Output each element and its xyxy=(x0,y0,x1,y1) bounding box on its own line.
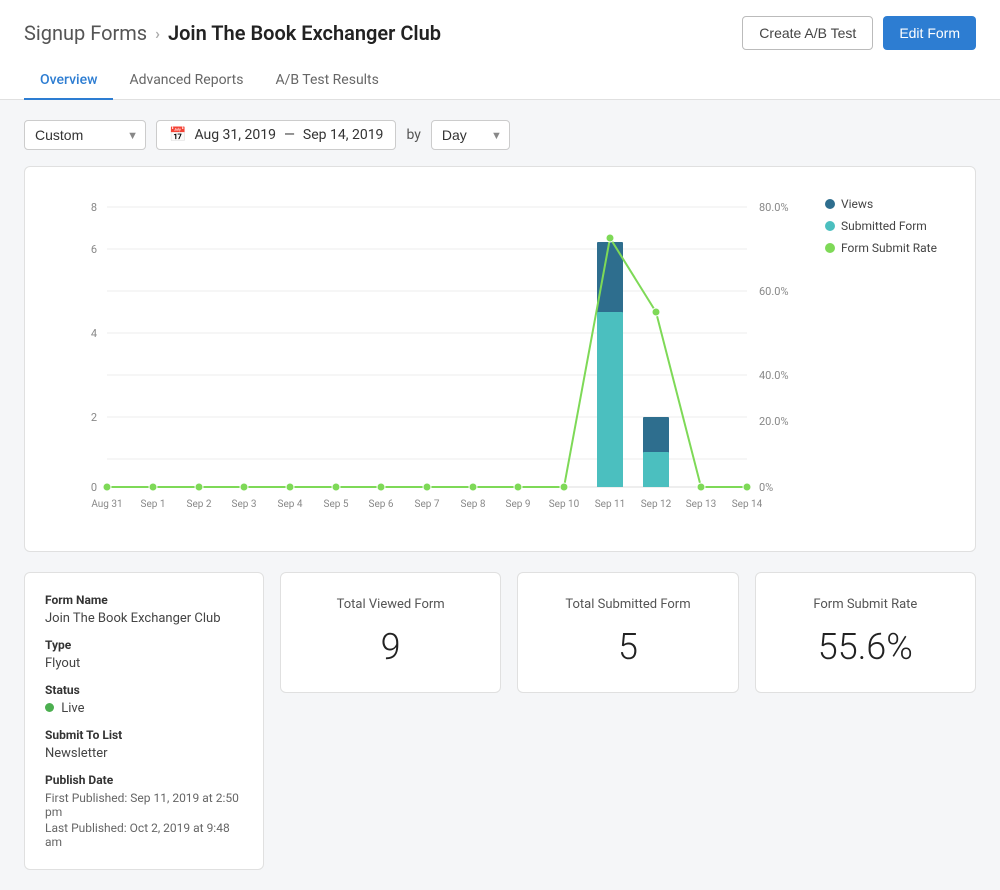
svg-text:Sep 5: Sep 5 xyxy=(324,499,349,510)
chart-svg: 8 6 4 2 0 80.0% 60.0% 40.0% 20.0% 0% Aug… xyxy=(45,187,809,527)
status-label: Status xyxy=(45,683,243,697)
type-label: Type xyxy=(45,638,243,652)
svg-text:Sep 12: Sep 12 xyxy=(641,499,672,510)
svg-text:Sep 6: Sep 6 xyxy=(369,499,394,510)
date-range-box[interactable]: 📅 Aug 31, 2019 — Sep 14, 2019 xyxy=(156,120,396,150)
tab-advanced-reports[interactable]: Advanced Reports xyxy=(113,62,259,100)
type-value: Flyout xyxy=(45,656,243,671)
stats-row: Form Name Join The Book Exchanger Club T… xyxy=(24,572,976,870)
date-range-start: Aug 31, 2019 xyxy=(194,127,276,143)
svg-text:Sep 10: Sep 10 xyxy=(549,499,580,510)
date-range-filter-wrapper: Custom Last 7 Days Last 30 Days ▼ xyxy=(24,120,146,150)
page-title: Join The Book Exchanger Club xyxy=(168,21,441,45)
form-submit-rate-value: 55.6% xyxy=(776,626,955,668)
legend-label-submitted: Submitted Form xyxy=(841,219,927,233)
legend-label-rate: Form Submit Rate xyxy=(841,241,937,255)
last-published: Last Published: Oct 2, 2019 at 9:48 am xyxy=(45,821,243,849)
total-viewed-card: Total Viewed Form 9 xyxy=(280,572,501,693)
svg-text:Sep 9: Sep 9 xyxy=(506,499,531,510)
header-actions: Create A/B Test Edit Form xyxy=(742,16,976,50)
date-range-filter-select[interactable]: Custom Last 7 Days Last 30 Days xyxy=(24,120,146,150)
svg-text:80.0%: 80.0% xyxy=(759,201,789,214)
submit-list-label: Submit To List xyxy=(45,728,243,742)
legend-label-views: Views xyxy=(841,197,873,211)
svg-text:Aug 31: Aug 31 xyxy=(91,499,122,510)
granularity-wrapper: Day Week Month ▼ xyxy=(431,120,510,150)
total-viewed-title: Total Viewed Form xyxy=(301,597,480,612)
form-info-card: Form Name Join The Book Exchanger Club T… xyxy=(24,572,264,870)
granularity-select[interactable]: Day Week Month xyxy=(431,120,510,150)
svg-text:Sep 11: Sep 11 xyxy=(595,499,626,510)
svg-text:0: 0 xyxy=(91,481,97,494)
legend-dot-rate xyxy=(825,243,835,253)
tab-ab-test-results[interactable]: A/B Test Results xyxy=(259,62,394,100)
svg-text:Sep 7: Sep 7 xyxy=(415,499,440,510)
form-name-value: Join The Book Exchanger Club xyxy=(45,611,243,626)
legend-dot-views xyxy=(825,199,835,209)
svg-text:4: 4 xyxy=(91,327,97,340)
svg-text:20.0%: 20.0% xyxy=(759,415,789,428)
svg-text:2: 2 xyxy=(91,411,97,424)
tab-overview[interactable]: Overview xyxy=(24,62,113,100)
svg-text:Sep 3: Sep 3 xyxy=(232,499,257,510)
legend-submitted: Submitted Form xyxy=(825,219,955,233)
date-range-end: Sep 14, 2019 xyxy=(303,127,384,143)
publish-date-label: Publish Date xyxy=(45,773,243,787)
svg-text:8: 8 xyxy=(91,201,97,214)
svg-text:Sep 1: Sep 1 xyxy=(141,499,166,510)
breadcrumb: Signup Forms › Join The Book Exchanger C… xyxy=(24,21,441,45)
svg-text:Sep 14: Sep 14 xyxy=(732,499,763,510)
filter-row: Custom Last 7 Days Last 30 Days ▼ 📅 Aug … xyxy=(24,120,976,150)
tab-bar: Overview Advanced Reports A/B Test Resul… xyxy=(24,62,976,99)
svg-text:0%: 0% xyxy=(759,481,773,494)
form-submit-rate-title: Form Submit Rate xyxy=(776,597,955,612)
chart-main: 8 6 4 2 0 80.0% 60.0% 40.0% 20.0% 0% Aug… xyxy=(45,187,809,531)
chart-card: 8 6 4 2 0 80.0% 60.0% 40.0% 20.0% 0% Aug… xyxy=(24,166,976,552)
submit-list-value: Newsletter xyxy=(45,746,243,761)
form-submit-rate-card: Form Submit Rate 55.6% xyxy=(755,572,976,693)
create-ab-test-button[interactable]: Create A/B Test xyxy=(742,16,873,50)
svg-text:6: 6 xyxy=(91,243,97,256)
breadcrumb-root[interactable]: Signup Forms xyxy=(24,21,147,45)
svg-text:Sep 13: Sep 13 xyxy=(686,499,717,510)
legend-rate: Form Submit Rate xyxy=(825,241,955,255)
status-dot-live xyxy=(45,703,54,712)
svg-text:Sep 4: Sep 4 xyxy=(278,499,303,510)
status-value: Live xyxy=(45,701,243,716)
svg-text:40.0%: 40.0% xyxy=(759,369,789,382)
total-viewed-value: 9 xyxy=(301,626,480,668)
form-name-label: Form Name xyxy=(45,593,243,607)
total-submitted-value: 5 xyxy=(538,626,717,668)
calendar-icon: 📅 xyxy=(169,127,186,143)
breadcrumb-separator: › xyxy=(155,24,160,43)
by-label: by xyxy=(406,127,420,143)
svg-text:60.0%: 60.0% xyxy=(759,285,789,298)
first-published: First Published: Sep 11, 2019 at 2:50 pm xyxy=(45,791,243,819)
total-submitted-card: Total Submitted Form 5 xyxy=(517,572,738,693)
svg-text:Sep 2: Sep 2 xyxy=(187,499,212,510)
svg-text:Sep 8: Sep 8 xyxy=(461,499,486,510)
chart-legend: Views Submitted Form Form Submit Rate xyxy=(825,187,955,531)
edit-form-button[interactable]: Edit Form xyxy=(883,16,976,50)
date-range-dash: — xyxy=(284,127,295,143)
total-submitted-title: Total Submitted Form xyxy=(538,597,717,612)
legend-views: Views xyxy=(825,197,955,211)
legend-dot-submitted xyxy=(825,221,835,231)
